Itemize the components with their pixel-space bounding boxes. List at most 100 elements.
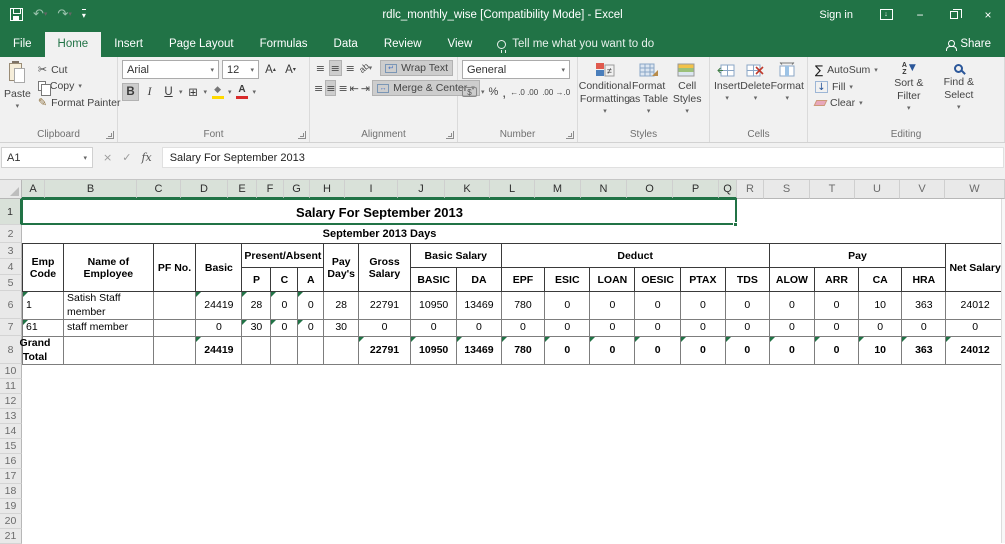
tab-review[interactable]: Review xyxy=(371,32,435,57)
cell[interactable]: 0 xyxy=(298,320,324,337)
vertical-scrollbar[interactable] xyxy=(1001,199,1005,543)
select-all-corner[interactable] xyxy=(0,180,22,199)
cell[interactable]: 1 xyxy=(23,292,64,320)
cell[interactable]: 13469 xyxy=(457,337,501,365)
wrap-text-button[interactable]: ↵Wrap Text xyxy=(380,60,453,76)
cell[interactable] xyxy=(64,337,154,365)
cell[interactable]: 30 xyxy=(324,320,359,337)
italic-button[interactable]: I xyxy=(141,83,158,101)
cell[interactable]: staff member xyxy=(64,320,154,337)
cell[interactable]: 0 xyxy=(680,320,725,337)
header-net-salary[interactable]: Net Salary xyxy=(946,244,1005,292)
cell[interactable]: 0 xyxy=(590,292,635,320)
row-header-7[interactable]: 7 xyxy=(0,319,22,336)
cell[interactable]: 0 xyxy=(635,337,680,365)
cell[interactable]: 0 xyxy=(298,292,324,320)
insert-cells-button[interactable]: Insert▾ xyxy=(714,60,740,127)
cell[interactable]: 0 xyxy=(769,337,814,365)
cell[interactable]: 28 xyxy=(242,292,271,320)
cell[interactable]: 780 xyxy=(501,337,545,365)
column-header-N[interactable]: N xyxy=(581,180,627,199)
column-header-S[interactable]: S xyxy=(764,180,810,199)
cell[interactable]: 0 xyxy=(815,337,859,365)
subheader-arr[interactable]: ARR xyxy=(815,268,859,292)
delete-cells-button[interactable]: Delete▾ xyxy=(740,60,770,127)
undo-button[interactable]: ↶▾ xyxy=(33,8,47,21)
tab-formulas[interactable]: Formulas xyxy=(247,32,321,57)
cell[interactable]: 30 xyxy=(242,320,271,337)
row-header-16[interactable]: 16 xyxy=(0,454,22,469)
cell[interactable]: 10950 xyxy=(410,337,456,365)
row-header-18[interactable]: 18 xyxy=(0,484,22,499)
tab-file[interactable]: File xyxy=(0,32,45,57)
formula-input[interactable]: Salary For September 2013 xyxy=(162,147,1004,168)
cell[interactable]: 0 xyxy=(858,320,901,337)
subheader-esic[interactable]: ESIC xyxy=(545,268,590,292)
tell-me-box[interactable]: Tell me what you want to do xyxy=(485,32,666,57)
subheader-p[interactable]: P xyxy=(242,268,271,292)
column-header-Q[interactable]: Q xyxy=(719,180,737,199)
column-header-E[interactable]: E xyxy=(228,180,257,199)
column-header-V[interactable]: V xyxy=(900,180,945,199)
cell[interactable] xyxy=(298,337,324,365)
subheader-ptax[interactable]: PTAX xyxy=(680,268,725,292)
clear-button[interactable]: Clear ▾ xyxy=(812,96,881,110)
subheader-ca[interactable]: CA xyxy=(858,268,901,292)
header-present-absent[interactable]: Present/Absent xyxy=(242,244,324,268)
cancel-icon[interactable]: × xyxy=(103,151,112,164)
cell[interactable]: 0 xyxy=(196,320,242,337)
cell[interactable]: 0 xyxy=(359,320,411,337)
underline-button[interactable]: U xyxy=(160,83,177,101)
cell[interactable]: 10950 xyxy=(410,292,456,320)
sort-filter-button[interactable]: AZ▼ Sort & Filter▾ xyxy=(887,60,931,127)
autosum-button[interactable]: ∑AutoSum ▾ xyxy=(812,62,881,78)
header-deduct[interactable]: Deduct xyxy=(501,244,769,268)
bottom-align-icon[interactable]: ≡ xyxy=(344,60,357,76)
column-header-M[interactable]: M xyxy=(535,180,581,199)
increase-indent-icon[interactable]: ⇥ xyxy=(361,80,370,96)
customize-qat-icon[interactable]: ▾ xyxy=(82,9,86,20)
cell-styles-button[interactable]: Cell Styles▾ xyxy=(669,60,705,127)
number-format-select[interactable]: General▾ xyxy=(462,60,570,79)
font-dialog-launcher[interactable] xyxy=(298,131,306,139)
alignment-dialog-launcher[interactable] xyxy=(446,131,454,139)
cell[interactable]: 10 xyxy=(858,292,901,320)
close-button[interactable]: × xyxy=(971,0,1005,29)
fill-button[interactable]: ↓Fill ▾ xyxy=(812,80,881,94)
format-painter-button[interactable]: ✎Format Painter xyxy=(35,95,124,110)
column-header-B[interactable]: B xyxy=(45,180,137,199)
cell[interactable]: 0 xyxy=(946,320,1005,337)
top-align-icon[interactable]: ≡ xyxy=(314,60,327,76)
borders-dropdown[interactable]: ▾ xyxy=(204,88,208,96)
cell[interactable]: 780 xyxy=(501,292,545,320)
accounting-format-icon[interactable]: $ xyxy=(462,87,477,97)
cell[interactable]: 0 xyxy=(769,292,814,320)
cell[interactable]: 0 xyxy=(725,292,769,320)
cell[interactable]: 0 xyxy=(545,337,590,365)
paste-button[interactable]: Paste ▾ xyxy=(4,60,31,127)
subheader-a[interactable]: A xyxy=(298,268,324,292)
header-pay[interactable]: Pay xyxy=(769,244,946,268)
row-header-21[interactable]: 21 xyxy=(0,529,22,544)
column-header-D[interactable]: D xyxy=(181,180,228,199)
increase-decimal-icon[interactable]: ←.0 .00 xyxy=(510,88,538,97)
row-header-4[interactable]: 4 xyxy=(0,259,22,275)
cell[interactable]: 0 xyxy=(410,320,456,337)
conditional-formatting-button[interactable]: ≠ Conditional Formatting▾ xyxy=(582,60,628,127)
cell[interactable]: 0 xyxy=(545,292,590,320)
cell[interactable]: 22791 xyxy=(359,292,411,320)
cell[interactable]: 24012 xyxy=(946,292,1005,320)
format-cells-button[interactable]: Format▾ xyxy=(771,60,804,127)
cell[interactable]: 0 xyxy=(635,292,680,320)
subheader-hra[interactable]: HRA xyxy=(902,268,946,292)
column-header-L[interactable]: L xyxy=(490,180,535,199)
row-header-1[interactable]: 1 xyxy=(0,199,22,225)
cell[interactable] xyxy=(153,337,196,365)
cell[interactable]: 0 xyxy=(769,320,814,337)
cell[interactable]: 363 xyxy=(902,292,946,320)
tab-insert[interactable]: Insert xyxy=(101,32,156,57)
tab-view[interactable]: View xyxy=(435,32,486,57)
tab-home[interactable]: Home xyxy=(45,32,102,57)
cell[interactable]: 0 xyxy=(725,320,769,337)
name-box[interactable]: A1▾ xyxy=(1,147,93,168)
